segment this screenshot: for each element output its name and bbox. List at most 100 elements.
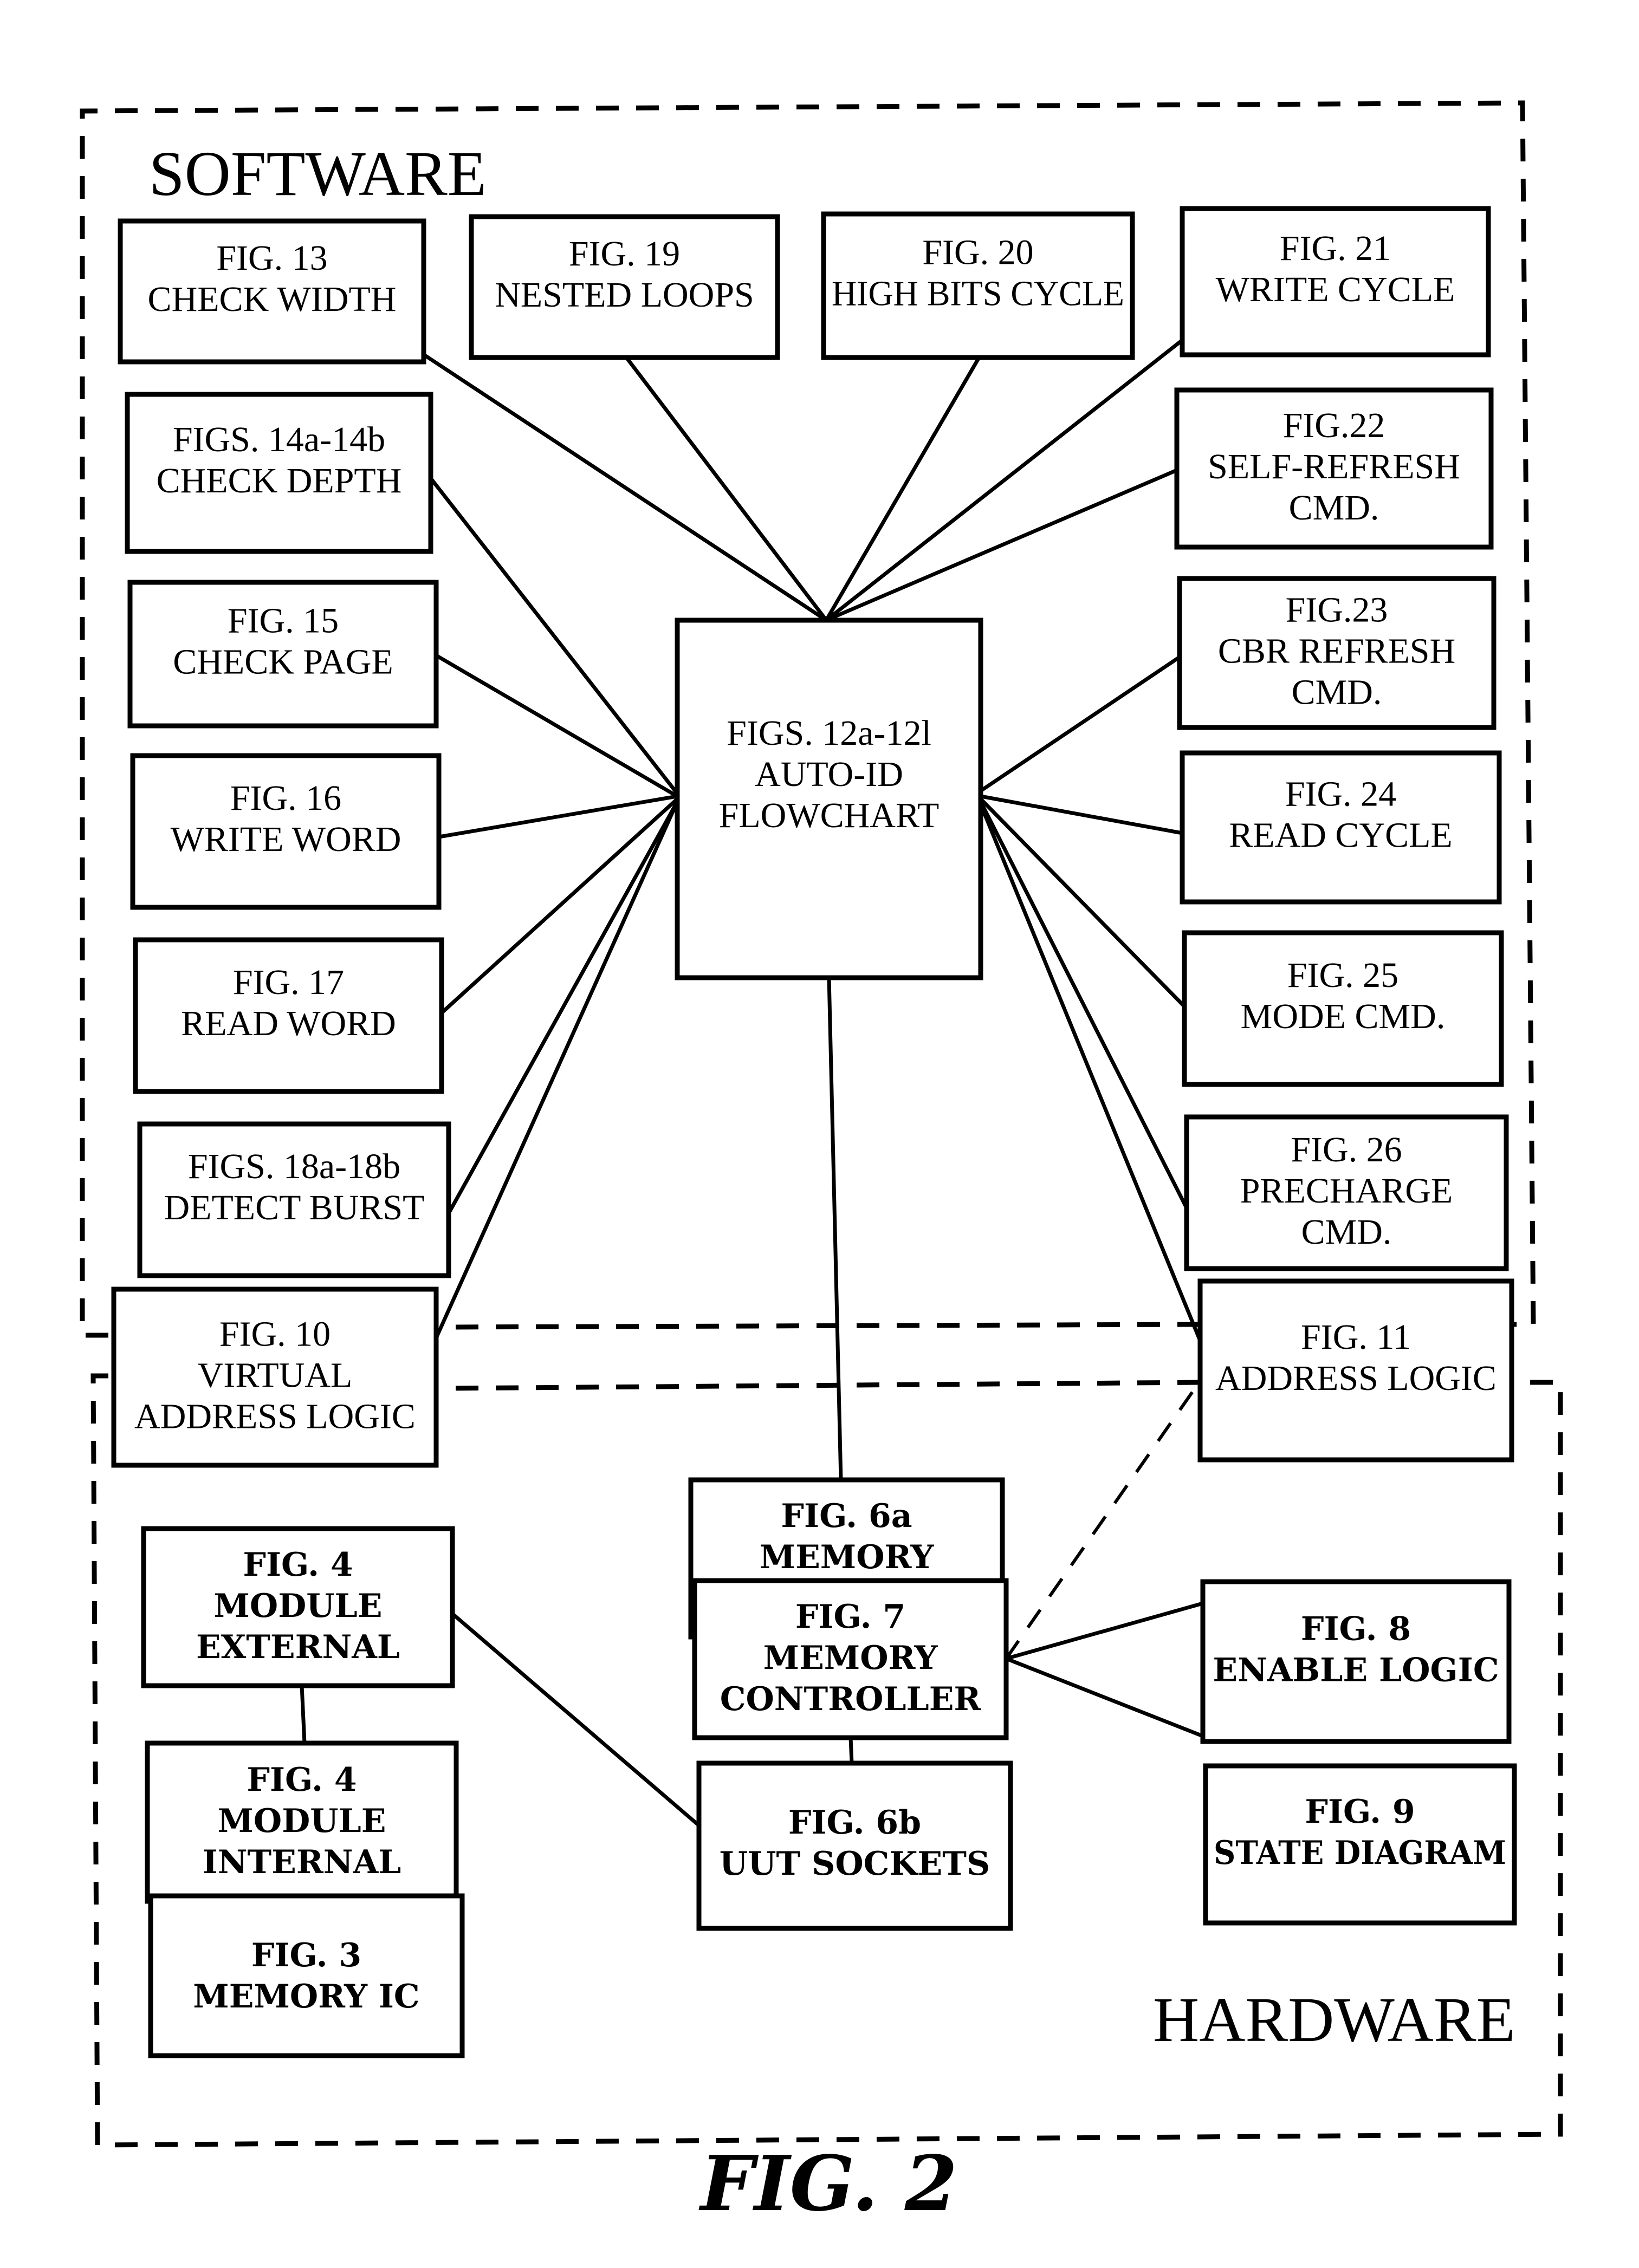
box-fig16: FIG. 16WRITE WORD [130,753,442,910]
box-label-line: ADDRESS LOGIC [134,1397,416,1437]
box-fig4ext: FIG. 4MODULEEXTERNAL [141,1526,455,1688]
box-figure-number: FIG. 6a [781,1497,912,1535]
connector-fig7-to-fig6b [848,1737,854,1764]
box-label-line: WRITE WORD [171,820,401,859]
box-label-line: EXTERNAL [196,1628,400,1666]
box-figure-number: FIG. 4 [243,1546,353,1584]
box-label-line: CMD. [1301,1212,1392,1252]
box-label-line: CBR REFRESH [1218,632,1455,671]
connector-fig12-to-fig18 [446,801,679,1214]
connector-fig7-to-fig8 [1006,1601,1203,1661]
box-figure-number: FIG. 9 [1305,1793,1415,1831]
box-label-line: MEMORY [763,1639,938,1677]
box-fig19: FIG. 19NESTED LOOPS [469,214,780,360]
box-figure-number: FIG. 8 [1301,1610,1411,1648]
connector-fig12-to-fig11 [979,803,1202,1342]
box-label-line: MODULE [218,1802,386,1840]
box-fig9: FIG. 9STATE DIAGRAM [1203,1763,1517,1926]
box-figure-number: FIGS. 14a-14b [173,420,385,459]
connector-fig4ext-to-fig6b [444,1606,701,1827]
box-label-line: PRECHARGE [1240,1171,1453,1211]
box-figure-number: FIG.23 [1286,590,1388,630]
box-label-line: CHECK DEPTH [157,461,402,501]
box-label-line: CHECK WIDTH [148,280,397,319]
box-label-line: DETECT BURST [164,1188,425,1227]
connector-fig12-to-fig14 [429,477,679,795]
connector-fig12-to-fig15 [435,653,678,798]
box-fig7: FIG. 7MEMORYCONTROLLER [692,1578,1009,1740]
connector-fig12-to-fig22 [825,468,1178,622]
box-label-line: NESTED LOOPS [495,275,754,315]
box-label-line: READ CYCLE [1229,816,1453,855]
box-fig26: FIG. 26PRECHARGECMD. [1184,1114,1509,1271]
box-outline [148,1893,465,2058]
box-figure-number: FIG. 4 [247,1761,357,1799]
connector-fig4ext-to-fig4int [300,1685,307,1744]
connector-fig12-to-fig23 [980,655,1181,792]
block-diagram: SOFTWARE HARDWARE FIGS. 12a-12lAUTO-IDFL… [80,100,1563,2228]
boxes: FIGS. 12a-12lAUTO-IDFLOWCHARTFIG. 13CHEC… [111,206,1517,2058]
box-label-line: MEMORY [760,1538,935,1576]
box-fig24: FIG. 24READ CYCLE [1180,750,1502,905]
software-region-label: SOFTWARE [149,138,487,209]
box-figure-number: FIG. 6b [788,1804,921,1842]
box-fig18: FIGS. 18a-18bDETECT BURST [137,1121,451,1278]
box-figure-number: FIG. 16 [230,778,341,818]
box-figure-number: FIG. 11 [1301,1317,1411,1357]
box-fig14: FIGS. 14a-14bCHECK DEPTH [125,392,433,554]
connector-fig12-to-fig26 [979,801,1189,1209]
box-fig11: FIG. 11ADDRESS LOGIC [1197,1278,1514,1463]
box-figure-number: FIG. 7 [795,1598,905,1636]
box-label-line: MEMORY IC [193,1978,419,2016]
box-fig25: FIG. 25MODE CMD. [1182,930,1504,1087]
box-fig17: FIG. 17READ WORD [133,937,444,1094]
box-figure-number: FIGS. 12a-12l [727,713,931,753]
figure-caption: FIG. 2 [698,2140,957,2228]
box-fig3: FIG. 3 MEMORY IC [148,1893,465,2058]
box-label-line: CONTROLLER [720,1680,982,1718]
box-label-line: STATE DIAGRAM [1214,1834,1506,1872]
box-label-line: WRITE CYCLE [1216,270,1455,309]
box-fig10: FIG. 10VIRTUALADDRESS LOGIC [111,1286,439,1468]
box-fig4int: FIG. 4MODULEINTERNAL [145,1740,459,1904]
box-figure-number: FIG. 26 [1291,1130,1402,1169]
box-fig8: FIG. 8 ENABLE LOGIC [1200,1579,1512,1744]
box-label-line: CMD. [1289,488,1379,528]
hardware-region-label: HARDWARE [1153,1984,1515,2055]
box-fig23: FIG.23CBR REFRESHCMD. [1177,576,1497,730]
box-figure-number: FIG. 13 [216,238,327,278]
box-label-line: CHECK PAGE [173,642,393,682]
box-figure-number: FIG. 21 [1280,229,1391,268]
box-label-line: FLOWCHART [719,796,940,835]
connector-fig12-to-fig6a [827,977,843,1480]
box-figure-number: FIG. 10 [219,1315,331,1354]
box-figure-number: FIG. 24 [1285,775,1396,814]
box-label-line: INTERNAL [203,1843,401,1881]
box-figure-number: FIG. 19 [569,234,680,274]
connector-fig12-to-fig20 [824,356,981,621]
box-figure-number: FIG.22 [1283,406,1385,445]
box-label-line: HIGH BITS CYCLE [832,274,1124,314]
connector-fig12-to-fig25 [979,797,1186,1008]
box-fig6b: FIG. 6bUUT SOCKETS [696,1760,1013,1931]
connector-fig7-to-fig9 [1005,1656,1207,1739]
box-label-line: AUTO-ID [755,755,903,794]
box-label-line: UUT SOCKETS [720,1845,990,1883]
box-figure-number: FIG. 3 [251,1936,361,1974]
connector-fig12-to-fig10 [434,801,679,1339]
box-fig15: FIG. 15CHECK PAGE [127,580,439,729]
connector-fig12-to-fig13 [420,352,827,622]
connector-fig12-to-fig21 [825,339,1184,622]
box-figure-number: FIG. 17 [233,963,344,1002]
box-figure-number: FIG. 15 [228,601,339,641]
box-label-line: ADDRESS LOGIC [1215,1359,1497,1398]
box-fig20: FIG. 20HIGH BITS CYCLE [821,211,1135,360]
box-label-line: ENABLE LOGIC [1213,1652,1499,1689]
connector-fig12-to-fig19 [621,352,828,622]
box-fig21: FIG. 21WRITE CYCLE [1180,206,1491,358]
box-label-line: CMD. [1292,673,1382,712]
box-label-line: MODULE [214,1587,383,1625]
box-label-line: READ WORD [181,1004,396,1043]
box-figure-number: FIG. 25 [1287,956,1398,995]
box-label-line: SELF-REFRESH [1208,447,1460,486]
